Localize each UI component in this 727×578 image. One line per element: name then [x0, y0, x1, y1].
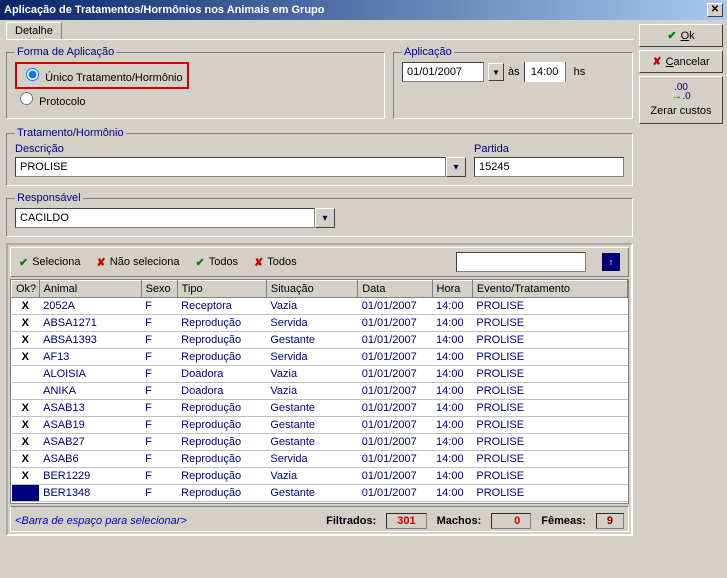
table-row[interactable]: XASAB6FReproduçãoServida01/01/200714:00P…: [12, 451, 628, 468]
partida-label: Partida: [474, 143, 624, 155]
todos-unselect-button[interactable]: Todos: [254, 256, 297, 269]
aplicacao-date-input[interactable]: [402, 62, 484, 82]
tab-row: Detalhe: [6, 22, 633, 40]
grid-panel: Seleciona Não seleciona Todos Todos ↑ Ok…: [6, 243, 633, 536]
grid-scroll[interactable]: Ok? Animal Sexo Tipo Situação Data Hora …: [10, 279, 629, 504]
femeas-value: 9: [607, 515, 613, 527]
aplicacao-legend: Aplicação: [402, 46, 454, 58]
footer-hint: <Barra de espaço para selecionar>: [15, 515, 187, 527]
tratamento-legend: Tratamento/Hormônio: [15, 127, 126, 139]
grid-footer: <Barra de espaço para selecionar> Filtra…: [10, 506, 629, 532]
descricao-label: Descrição: [15, 143, 466, 155]
cancelar-button[interactable]: Cancelar: [639, 50, 723, 73]
funnel-icon: ▾: [322, 213, 327, 224]
nao-seleciona-button[interactable]: Não seleciona: [97, 256, 180, 269]
table-row[interactable]: XBER1229FReproduçãoVazia01/01/200714:00P…: [12, 468, 628, 485]
col-tipo[interactable]: Tipo: [177, 281, 266, 298]
aplicacao-group: Aplicação ▼ às hs: [393, 46, 633, 119]
col-data[interactable]: Data: [358, 281, 432, 298]
table-row[interactable]: ALOISIAFDoadoraVazia01/01/200714:00PROLI…: [12, 366, 628, 383]
filtrados-label: Filtrados:: [326, 515, 376, 527]
responsavel-filter-button[interactable]: ▾: [315, 208, 335, 228]
check-icon: [19, 256, 28, 269]
machos-value: 0: [514, 515, 520, 527]
tab-detalhe[interactable]: Detalhe: [6, 22, 62, 39]
x-icon: [254, 256, 263, 269]
table-row[interactable]: X2052AFReceptoraVazia01/01/200714:00PROL…: [12, 298, 628, 315]
radio-protocolo[interactable]: Protocolo: [15, 89, 376, 108]
grid-search-input[interactable]: [456, 252, 586, 272]
responsavel-label: Responsável: [15, 192, 83, 204]
table-row[interactable]: XASAB13FReproduçãoGestante01/01/200714:0…: [12, 400, 628, 417]
filtrados-value: 301: [397, 515, 415, 527]
seleciona-button[interactable]: Seleciona: [19, 256, 81, 269]
grid-toolbar: Seleciona Não seleciona Todos Todos ↑: [10, 247, 629, 277]
col-hora[interactable]: Hora: [432, 281, 472, 298]
funnel-icon: ▾: [453, 162, 458, 173]
check-icon: [667, 29, 676, 42]
highlight-box: Único Tratamento/Hormônio: [15, 62, 189, 89]
close-button[interactable]: ✕: [707, 3, 723, 17]
col-ok[interactable]: Ok?: [12, 281, 40, 298]
check-icon: [195, 256, 204, 269]
table-row[interactable]: XABSA1271FReproduçãoServida01/01/200714:…: [12, 315, 628, 332]
responsavel-group: Responsável ▾: [6, 192, 633, 237]
responsavel-input[interactable]: [15, 208, 315, 228]
hs-label: hs: [574, 66, 586, 78]
todos-select-button[interactable]: Todos: [195, 256, 238, 269]
forma-aplicacao-group: Forma de Aplicação Único Tratamento/Horm…: [6, 46, 385, 119]
descricao-filter-button[interactable]: ▾: [446, 157, 466, 177]
window-title: Aplicação de Tratamentos/Hormônios nos A…: [4, 4, 325, 16]
col-evento[interactable]: Evento/Tratamento: [472, 281, 627, 298]
as-label: às: [508, 66, 520, 78]
table-row[interactable]: XAF13FReproduçãoServida01/01/200714:00PR…: [12, 349, 628, 366]
partida-input[interactable]: [474, 157, 624, 177]
table-row[interactable]: XABSA1393FReproduçãoGestante01/01/200714…: [12, 332, 628, 349]
aplicacao-time-input[interactable]: [525, 62, 565, 82]
animals-table: Ok? Animal Sexo Tipo Situação Data Hora …: [11, 280, 628, 502]
table-row[interactable]: ANIKAFDoadoraVazia01/01/200714:00PROLISE: [12, 383, 628, 400]
col-animal[interactable]: Animal: [39, 281, 141, 298]
tratamento-group: Tratamento/Hormônio Descrição ▾ Partida: [6, 127, 633, 186]
search-go-button[interactable]: ↑: [602, 253, 620, 271]
sidebar: Ok Cancelar .00→.0 Zerar custos: [637, 22, 725, 536]
title-bar: Aplicação de Tratamentos/Hormônios nos A…: [0, 0, 727, 20]
forma-legend: Forma de Aplicação: [15, 46, 116, 58]
radio-unico[interactable]: Único Tratamento/Hormônio: [21, 65, 183, 84]
x-icon: [97, 256, 106, 269]
col-sexo[interactable]: Sexo: [141, 281, 177, 298]
zerar-custos-button[interactable]: .00→.0 Zerar custos: [639, 76, 723, 124]
x-icon: [652, 55, 661, 68]
col-situacao[interactable]: Situação: [266, 281, 357, 298]
table-row[interactable]: BER1348FReproduçãoGestante01/01/200714:0…: [12, 485, 628, 502]
femeas-label: Fêmeas:: [541, 515, 586, 527]
descricao-input[interactable]: [15, 157, 446, 177]
date-dropdown-button[interactable]: ▼: [488, 63, 504, 81]
machos-label: Machos:: [437, 515, 482, 527]
table-row[interactable]: XASAB27FReproduçãoGestante01/01/200714:0…: [12, 434, 628, 451]
ok-button[interactable]: Ok: [639, 24, 723, 47]
zero-icon: .00→.0: [671, 83, 690, 102]
table-row[interactable]: XASAB19FReproduçãoGestante01/01/200714:0…: [12, 417, 628, 434]
